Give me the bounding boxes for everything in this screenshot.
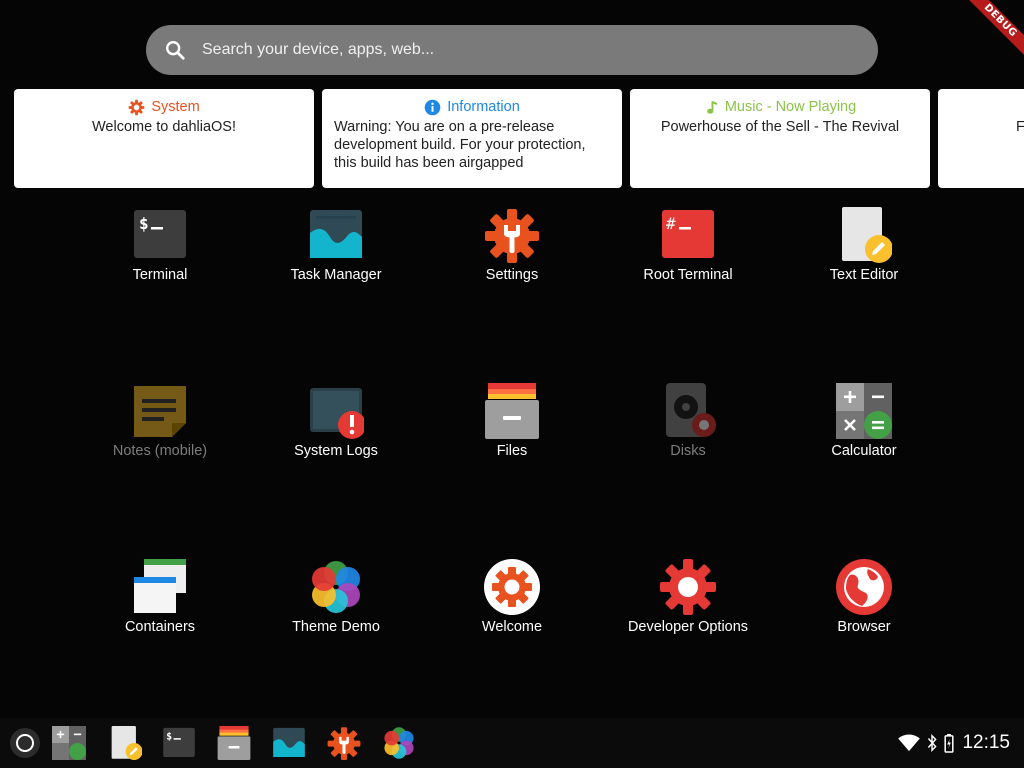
info-icon xyxy=(424,99,441,115)
disks-icon xyxy=(666,383,716,437)
containers-icon xyxy=(134,559,186,613)
card-body: F xyxy=(1016,119,1024,135)
notification-card-system[interactable]: System Welcome to dahliaOS! xyxy=(14,89,314,188)
app-settings[interactable]: Settings xyxy=(424,207,600,297)
app-calculator[interactable]: Calculator xyxy=(776,383,952,473)
app-task-manager[interactable]: Task Manager xyxy=(248,207,424,297)
gear-icon xyxy=(129,99,145,115)
system-logs-icon xyxy=(310,388,364,439)
wifi-icon[interactable] xyxy=(898,734,921,752)
app-label: Theme Demo xyxy=(292,619,380,635)
svg-text:#: # xyxy=(666,214,676,233)
app-label: Containers xyxy=(124,619,196,635)
app-label: Calculator xyxy=(831,443,897,459)
task-manager-icon xyxy=(310,210,362,258)
system-tray[interactable]: 12:15 xyxy=(898,718,1010,768)
app-label: Notes (mobile) xyxy=(112,443,208,459)
notification-card-music[interactable]: Music - Now Playing Powerhouse of the Se… xyxy=(630,89,930,188)
app-theme-demo[interactable]: Theme Demo xyxy=(248,559,424,649)
search-input[interactable] xyxy=(202,41,878,59)
developer-options-icon xyxy=(660,559,716,615)
theme-demo-icon[interactable] xyxy=(382,726,416,760)
app-label: Welcome xyxy=(481,619,543,635)
files-icon xyxy=(485,383,539,439)
clock[interactable]: 12:15 xyxy=(962,732,1010,754)
calculator-icon[interactable] xyxy=(52,726,86,760)
app-label: Terminal xyxy=(132,267,188,283)
app-label: Root Terminal xyxy=(643,267,733,283)
settings-icon xyxy=(485,209,539,263)
app-developer-options[interactable]: Developer Options xyxy=(600,559,776,649)
notification-card-information[interactable]: Information Warning: You are on a pre-re… xyxy=(322,89,622,188)
app-label: Settings xyxy=(485,267,539,283)
welcome-icon xyxy=(484,559,540,615)
theme-demo-icon xyxy=(312,561,360,613)
terminal-icon: $ xyxy=(134,210,186,258)
app-terminal[interactable]: $ Terminal xyxy=(72,207,248,297)
app-label: Files xyxy=(496,443,528,459)
app-text-editor[interactable]: Text Editor xyxy=(776,207,952,297)
notification-card-partial[interactable]: F xyxy=(938,89,1024,188)
card-body: Powerhouse of the Sell - The Revival xyxy=(660,119,900,135)
debug-label: DEBUG xyxy=(959,0,1024,62)
settings-icon[interactable] xyxy=(327,726,361,760)
card-body: Warning: You are on a pre-release develo… xyxy=(334,119,586,171)
notes-icon xyxy=(134,386,186,437)
app-welcome[interactable]: Welcome xyxy=(424,559,600,649)
app-label: System Logs xyxy=(294,443,378,459)
app-label: Task Manager xyxy=(290,267,382,283)
app-notes-mobile[interactable]: Notes (mobile) xyxy=(72,383,248,473)
card-title: Information xyxy=(447,99,520,115)
text-editor-icon[interactable] xyxy=(108,726,142,760)
calculator-icon xyxy=(836,383,892,439)
search-icon xyxy=(166,41,185,60)
debug-banner: DEBUG xyxy=(954,0,1024,70)
app-label: Text Editor xyxy=(829,267,899,283)
search-bar[interactable] xyxy=(146,25,878,75)
music-note-icon xyxy=(706,100,717,114)
app-disks[interactable]: Disks xyxy=(600,383,776,473)
task-manager-icon[interactable] xyxy=(272,726,306,760)
card-body: Welcome to dahliaOS! xyxy=(92,119,236,135)
app-label: Browser xyxy=(837,619,891,635)
app-root-terminal[interactable]: # Root Terminal xyxy=(600,207,776,297)
app-files[interactable]: Files xyxy=(424,383,600,473)
app-containers[interactable]: Containers xyxy=(72,559,248,649)
app-system-logs[interactable]: System Logs xyxy=(248,383,424,473)
browser-icon xyxy=(836,559,892,615)
card-title: Music - Now Playing xyxy=(724,99,857,115)
taskbar: $ 12:15 xyxy=(0,718,1024,768)
text-editor-icon xyxy=(842,207,892,263)
app-label: Disks xyxy=(670,443,706,459)
battery-icon[interactable] xyxy=(944,733,955,753)
svg-text:$: $ xyxy=(139,214,149,233)
terminal-icon[interactable]: $ xyxy=(162,726,196,760)
app-label: Developer Options xyxy=(627,619,749,635)
root-terminal-icon: # xyxy=(662,210,714,258)
card-title: System xyxy=(151,99,200,115)
bluetooth-icon[interactable] xyxy=(926,734,938,752)
svg-text:$: $ xyxy=(166,731,172,742)
files-icon[interactable] xyxy=(217,726,251,760)
launcher-circle-icon[interactable] xyxy=(8,726,42,760)
app-browser[interactable]: Browser xyxy=(776,559,952,649)
